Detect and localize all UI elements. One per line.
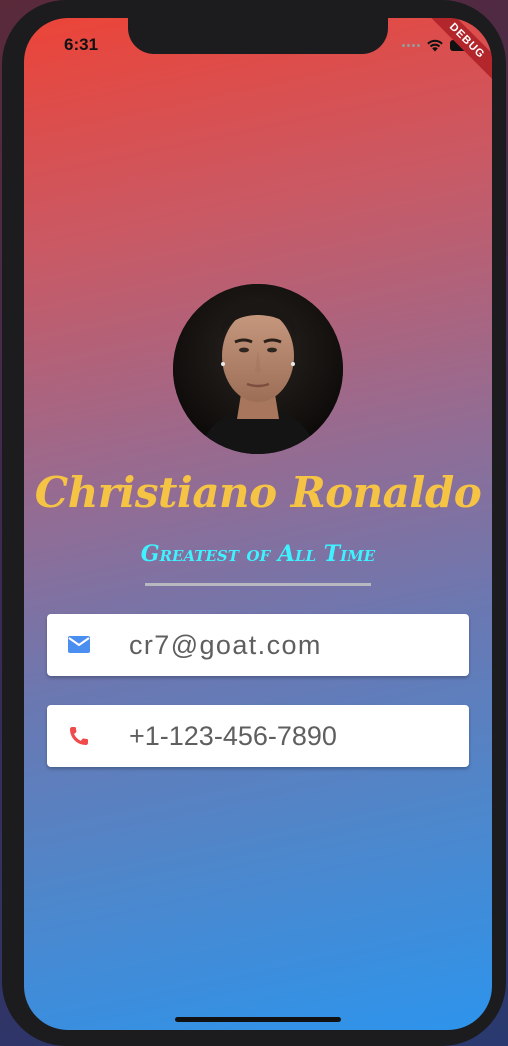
phone-icon [70, 727, 88, 745]
home-indicator[interactable] [175, 1017, 341, 1022]
background: 6:31 DEBUG Christiano Ronaldo Greatest o… [0, 0, 508, 1046]
email-value[interactable]: cr7@goat.com [129, 614, 322, 676]
status-time: 6:31 [64, 35, 99, 54]
divider [145, 583, 371, 586]
avatar-photo [173, 284, 343, 454]
avatar [173, 284, 343, 454]
profile-subtitle: Greatest of All Time [140, 541, 376, 567]
phone-frame: 6:31 DEBUG Christiano Ronaldo Greatest o… [2, 0, 506, 1046]
debug-banner: DEBUG [421, 18, 492, 87]
app-screen: 6:31 DEBUG Christiano Ronaldo Greatest o… [24, 18, 492, 1030]
email-card[interactable]: cr7@goat.com [47, 614, 469, 676]
phone-card[interactable]: +1-123-456-7890 [47, 705, 469, 767]
mail-icon [68, 636, 90, 653]
phone-value[interactable]: +1-123-456-7890 [129, 705, 337, 767]
profile-name: Christiano Ronaldo [34, 468, 482, 517]
wifi-icon [427, 39, 443, 52]
notch [128, 18, 388, 54]
signal-icon [402, 43, 420, 47]
